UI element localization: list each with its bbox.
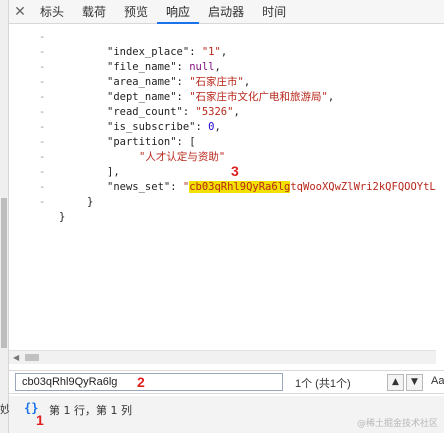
watermark: @稀土掘金技术社区 — [357, 419, 439, 429]
close-icon[interactable]: ✕ — [9, 4, 31, 20]
code-line: - "dept_name": "石家庄市文化广电和旅游局", — [9, 60, 436, 103]
match-case-button[interactable]: Aa — [431, 375, 444, 387]
match-count: 1个 (共1个) — [295, 378, 351, 390]
previous-match-button[interactable]: ▲ — [387, 374, 404, 391]
devtools-tab-bar: ✕ 标头 载荷 预览 响应 启动器 时间 — [9, 0, 444, 24]
tab-headers[interactable]: 标头 — [31, 0, 73, 24]
horizontal-scrollbar[interactable]: ◀ — [9, 350, 436, 364]
response-code-view: - "index_place": "1", - "file_name": nul… — [9, 24, 436, 350]
tab-initiator[interactable]: 启动器 — [199, 0, 253, 24]
code-line: - "is_subscribe": 0, — [9, 90, 436, 133]
status-bar: {} 第 1 行，第 1 列 1 @稀土掘金技术社区 — [9, 396, 444, 433]
code-line: - "area_name": "石家庄市", — [9, 45, 436, 88]
search-input[interactable] — [15, 373, 283, 391]
left-scroll-thumb[interactable] — [1, 198, 7, 348]
scrollbar-thumb[interactable] — [25, 354, 39, 361]
code-line: - "read_count": "5326", — [9, 75, 436, 118]
annotation-2: 2 — [137, 374, 145, 390]
next-match-button[interactable]: ▼ — [406, 374, 423, 391]
json-brace: } — [59, 211, 66, 223]
tab-payload[interactable]: 载荷 — [73, 0, 115, 24]
code-line: - } — [9, 165, 436, 208]
annotation-1: 1 — [36, 412, 44, 428]
left-panel-edge: 妙 — [0, 0, 11, 433]
code-line: - "file_name": null, — [9, 30, 436, 73]
tab-response[interactable]: 响应 — [157, 0, 200, 24]
collapse-marker: - — [39, 196, 46, 208]
code-line: - } — [9, 180, 436, 223]
annotation-3: 3 — [231, 163, 239, 179]
code-line-news-set: - "news_set": "cb03qRhl9QyRa6lgtqWooXQwZ… — [9, 150, 436, 193]
cursor-position: 第 1 行，第 1 列 — [49, 404, 132, 417]
json-brace: } — [87, 196, 94, 208]
tab-timing[interactable]: 时间 — [253, 0, 295, 24]
code-line: - ], — [9, 135, 436, 178]
scroll-left-icon[interactable]: ◀ — [13, 353, 19, 362]
code-line: - "partition": [ — [9, 105, 436, 148]
code-line: - "人才认定与资助" — [9, 120, 436, 163]
tab-preview[interactable]: 预览 — [115, 0, 157, 24]
search-bar: 2 1个 (共1个) ▲ ▼ Aa — [9, 370, 444, 394]
